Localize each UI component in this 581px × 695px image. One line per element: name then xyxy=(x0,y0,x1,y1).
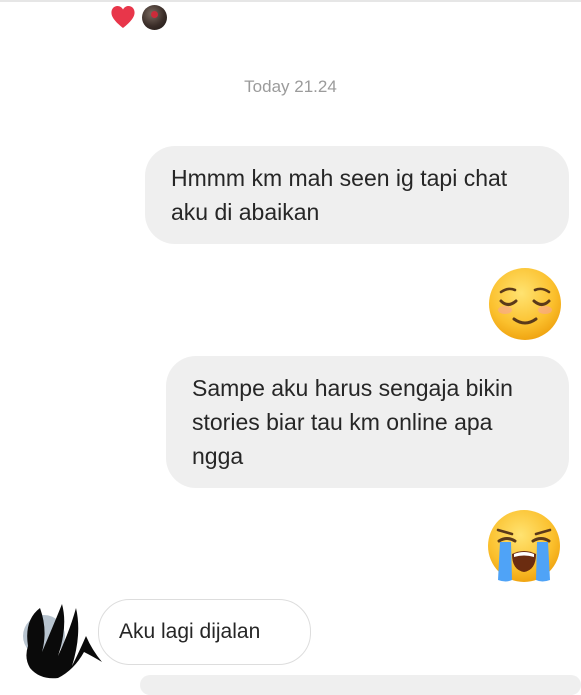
chat-timestamp: Today 21.24 xyxy=(244,77,337,96)
sender-avatar[interactable] xyxy=(18,590,106,680)
received-message-bubble[interactable]: Aku lagi dijalan xyxy=(98,599,311,665)
heart-icon xyxy=(111,6,135,28)
relieved-face-icon[interactable] xyxy=(487,266,563,342)
reactor-avatar xyxy=(142,4,167,30)
top-divider xyxy=(0,0,581,2)
message-reaction[interactable] xyxy=(110,4,167,30)
sent-message-bubble[interactable]: Sampe aku harus sengaja bikin stories bi… xyxy=(166,356,569,488)
sent-message-bubble-partial xyxy=(140,675,581,695)
sent-message-bubble[interactable]: Hmmm km mah seen ig tapi chat aku di aba… xyxy=(145,146,569,244)
loudly-crying-face-icon[interactable] xyxy=(486,508,562,584)
